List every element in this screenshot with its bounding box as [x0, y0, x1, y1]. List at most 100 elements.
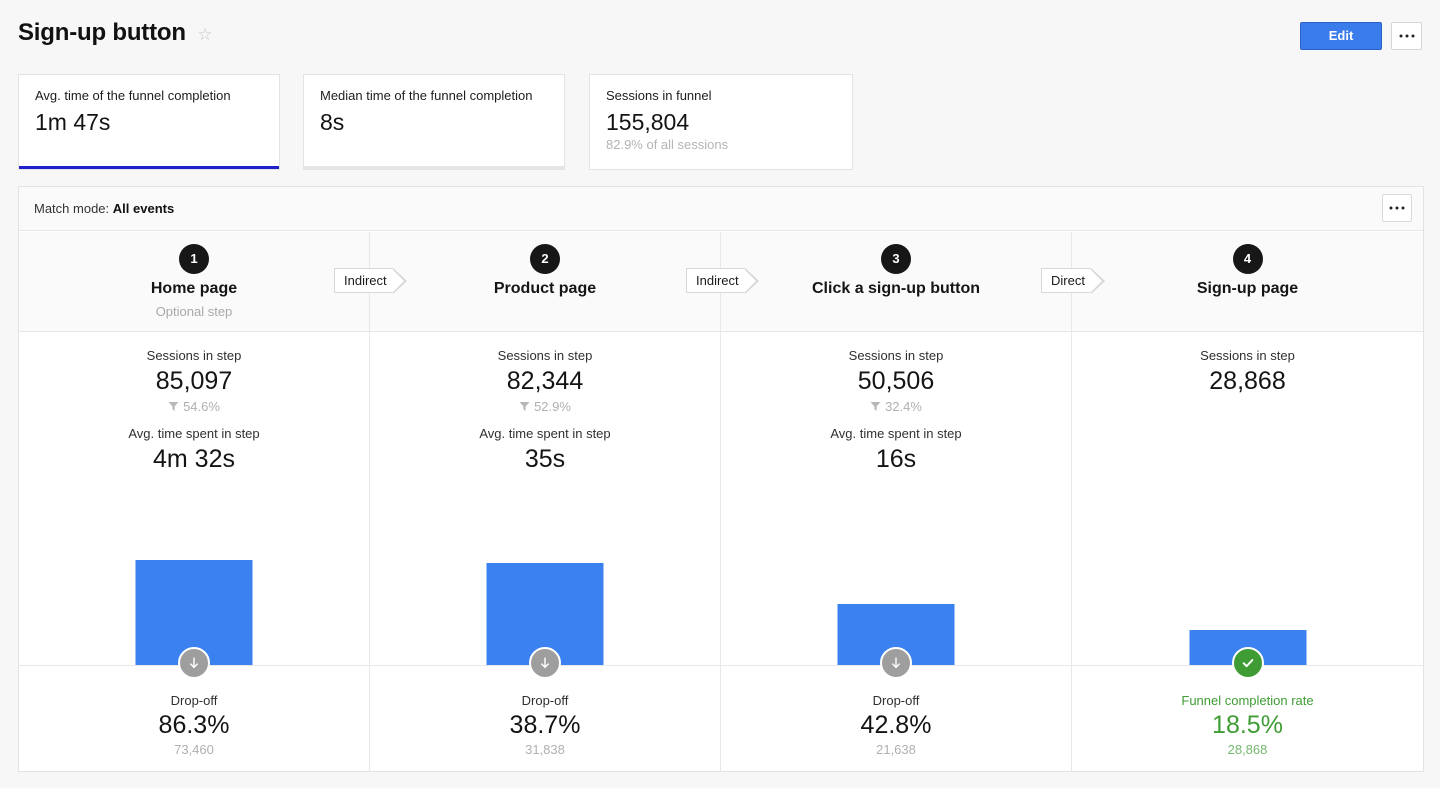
funnel-step-column: 3 Click a sign-up button Direct Sessions… — [721, 232, 1072, 772]
sessions-value: 82,344 — [370, 365, 720, 397]
arrow-down-icon — [537, 655, 553, 671]
match-mode-bar: Match mode: All events — [19, 187, 1423, 231]
funnel-step-footer: Drop-off 42.8% 21,638 — [721, 665, 1071, 771]
avg-time-label: Avg. time spent in step — [721, 426, 1071, 442]
favorite-star-icon[interactable]: ☆ — [196, 26, 214, 44]
connector-arrow-icon — [745, 268, 759, 294]
funnel-step-footer: Drop-off 86.3% 73,460 — [19, 665, 369, 771]
avg-time-block: Avg. time spent in step 4m 32s — [19, 416, 369, 475]
sessions-rate: 32.4% — [721, 398, 1071, 416]
funnel-step-body: Sessions in step 50,506 32.4% Avg. time … — [721, 332, 1071, 665]
metric-card-label: Sessions in funnel — [606, 88, 836, 104]
sessions-block: Sessions in step 50,506 32.4% — [721, 332, 1071, 416]
step-name: Product page — [370, 280, 720, 298]
funnel-step-header: 1 Home page Optional step Indirect — [19, 232, 369, 332]
sessions-label: Sessions in step — [1072, 348, 1423, 364]
avg-time-label: Avg. time spent in step — [19, 426, 369, 442]
match-mode-label: Match mode: — [34, 201, 109, 216]
connector-chip-2[interactable]: Indirect — [686, 268, 745, 293]
funnel-step-body: Sessions in step 85,097 54.6% Avg. time … — [19, 332, 369, 665]
metric-card-label: Median time of the funnel completion — [320, 88, 548, 104]
match-mode-text: Match mode: All events — [34, 201, 174, 216]
connector-arrow-icon — [393, 268, 407, 294]
funnel-filter-icon — [870, 401, 881, 412]
drop-off-badge — [529, 647, 561, 679]
drop-off-value: 86.3% — [19, 709, 369, 741]
avg-time-value: 16s — [721, 443, 1071, 475]
funnel-step-footer: Drop-off 38.7% 31,838 — [370, 665, 720, 771]
connector-chip-3[interactable]: Direct — [1041, 268, 1091, 293]
metric-card-median-time[interactable]: Median time of the funnel completion 8s — [303, 74, 565, 170]
check-icon — [1240, 655, 1256, 671]
sessions-label: Sessions in step — [370, 348, 720, 364]
step-number-badge: 1 — [179, 244, 209, 274]
sessions-value: 85,097 — [19, 365, 369, 397]
connector-arrow-icon — [1091, 268, 1105, 294]
funnel-step-header: 4 Sign-up page — [1072, 232, 1423, 332]
connector-label: Direct — [1051, 273, 1085, 288]
sessions-label: Sessions in step — [19, 348, 369, 364]
sessions-rate-value: 52.9% — [534, 399, 571, 414]
funnel-panel: Match mode: All events 1 Home page Optio… — [18, 186, 1424, 772]
funnel-step-column: 2 Product page Indirect Sessions in step… — [370, 232, 721, 772]
step-name: Home page — [19, 280, 369, 298]
sessions-rate: 52.9% — [370, 398, 720, 416]
sessions-rate-value: 54.6% — [183, 399, 220, 414]
step-name: Sign-up page — [1072, 280, 1423, 298]
step-name: Click a sign-up button — [721, 280, 1071, 298]
edit-button[interactable]: Edit — [1300, 22, 1382, 50]
metric-card-value: 8s — [320, 108, 548, 136]
drop-off-value: 42.8% — [721, 709, 1071, 741]
ellipsis-icon — [1399, 35, 1414, 38]
avg-time-value: 35s — [370, 443, 720, 475]
connector-label: Indirect — [344, 273, 387, 288]
sessions-rate: 54.6% — [19, 398, 369, 416]
match-mode-value[interactable]: All events — [113, 201, 174, 216]
step-number-badge: 3 — [881, 244, 911, 274]
funnel-step-body: Sessions in step 82,344 52.9% Avg. time … — [370, 332, 720, 665]
arrow-down-icon — [888, 655, 904, 671]
step-number-badge: 2 — [530, 244, 560, 274]
funnel-step-column: 4 Sign-up page Sessions in step 28,868 F… — [1072, 232, 1423, 772]
connector-label: Indirect — [696, 273, 739, 288]
avg-time-value: 4m 32s — [19, 443, 369, 475]
header-more-button[interactable] — [1391, 22, 1422, 50]
sessions-value: 28,868 — [1072, 365, 1423, 397]
avg-time-label: Avg. time spent in step — [370, 426, 720, 442]
drop-off-badge — [178, 647, 210, 679]
metric-card-value: 1m 47s — [35, 108, 263, 136]
ellipsis-icon — [1390, 207, 1405, 210]
metric-card-underline — [19, 166, 279, 169]
funnel-step-column: 1 Home page Optional step Indirect Sessi… — [19, 232, 370, 772]
completion-count: 28,868 — [1072, 741, 1423, 759]
metric-card-avg-time[interactable]: Avg. time of the funnel completion 1m 47… — [18, 74, 280, 170]
funnel-step-header: 3 Click a sign-up button Direct — [721, 232, 1071, 332]
sessions-rate-value: 32.4% — [885, 399, 922, 414]
sessions-block: Sessions in step 82,344 52.9% — [370, 332, 720, 416]
metric-card-label: Avg. time of the funnel completion — [35, 88, 263, 104]
completion-badge — [1232, 647, 1264, 679]
page-title: Sign-up button — [18, 19, 186, 47]
funnel-step-header: 2 Product page Indirect — [370, 232, 720, 332]
metric-card-sessions[interactable]: Sessions in funnel 155,804 82.9% of all … — [589, 74, 853, 170]
funnel-filter-icon — [519, 401, 530, 412]
step-number-badge: 4 — [1233, 244, 1263, 274]
drop-off-badge — [880, 647, 912, 679]
connector-chip-1[interactable]: Indirect — [334, 268, 393, 293]
avg-time-block: Avg. time spent in step 35s — [370, 416, 720, 475]
metric-card-value: 155,804 — [606, 108, 836, 136]
sessions-label: Sessions in step — [721, 348, 1071, 364]
drop-off-count: 73,460 — [19, 741, 369, 759]
funnel-step-body: Sessions in step 28,868 — [1072, 332, 1423, 665]
avg-time-block: Avg. time spent in step 16s — [721, 416, 1071, 475]
page-header: Sign-up button ☆ Edit — [0, 0, 1440, 70]
funnel-more-button[interactable] — [1382, 194, 1412, 222]
drop-off-count: 31,838 — [370, 741, 720, 759]
sessions-block: Sessions in step 28,868 — [1072, 332, 1423, 397]
funnel-steps: 1 Home page Optional step Indirect Sessi… — [19, 232, 1423, 772]
arrow-down-icon — [186, 655, 202, 671]
funnel-filter-icon — [168, 401, 179, 412]
sessions-block: Sessions in step 85,097 54.6% — [19, 332, 369, 416]
completion-value: 18.5% — [1072, 709, 1423, 741]
sessions-value: 50,506 — [721, 365, 1071, 397]
